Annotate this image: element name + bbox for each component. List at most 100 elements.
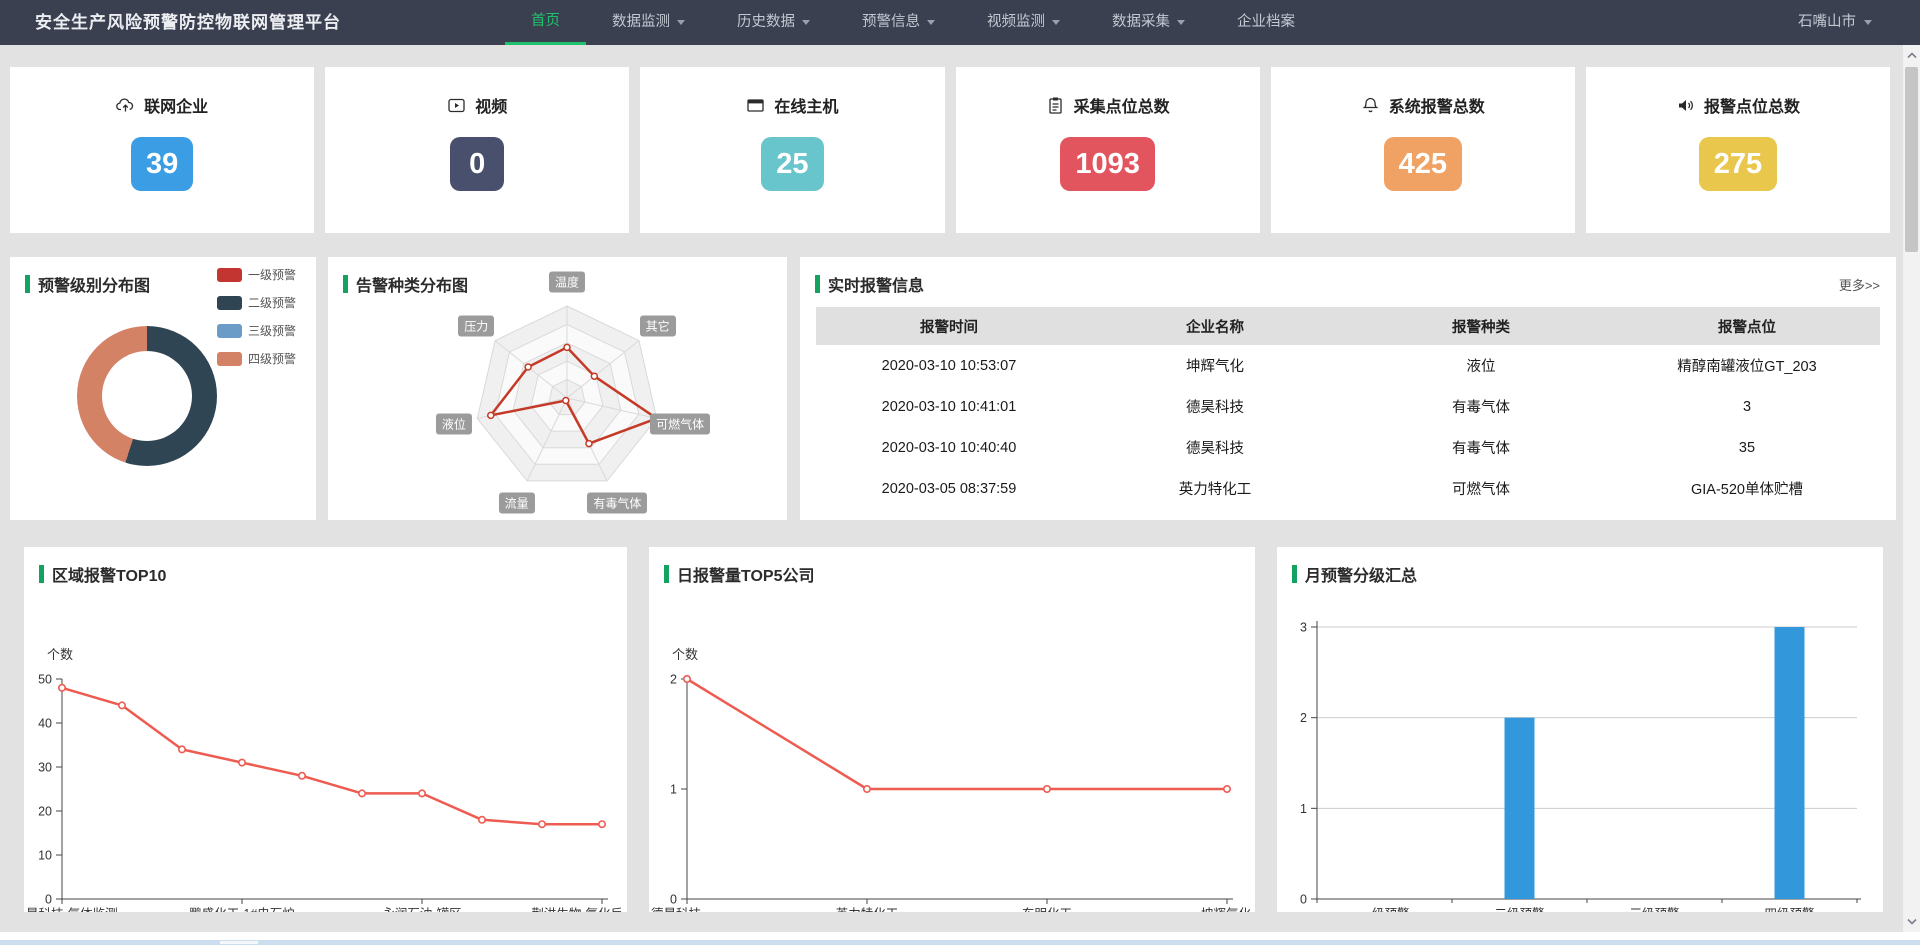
top-navbar: 安全生产风险预警防控物联网管理平台 首页数据监测历史数据预警信息视频监测数据采集… bbox=[0, 0, 1920, 45]
table-row[interactable]: 2020-03-10 10:41:01德昊科技有毒气体3 bbox=[816, 386, 1880, 427]
nav-item-5[interactable]: 视频监测 bbox=[961, 0, 1086, 45]
stat-card-header: 报警点位总数 bbox=[1676, 93, 1800, 117]
vertical-scrollbar[interactable] bbox=[1903, 45, 1920, 932]
main-menu: 首页数据监测历史数据预警信息视频监测数据采集企业档案 bbox=[505, 0, 1321, 45]
svg-text:0: 0 bbox=[670, 893, 677, 907]
svg-text:40: 40 bbox=[38, 717, 52, 731]
legend-item-4[interactable]: 四级预警 bbox=[217, 350, 296, 367]
svg-text:鹏盛化工-1#电石炉: 鹏盛化工-1#电石炉 bbox=[189, 906, 295, 912]
radar-axis-label: 有毒气体 bbox=[587, 492, 647, 513]
nav-item-label: 首页 bbox=[531, 0, 560, 44]
svg-text:荆洪生物-氧化反: 荆洪生物-氧化反 bbox=[531, 907, 623, 912]
svg-text:英力特化工: 英力特化工 bbox=[836, 906, 899, 912]
nav-item-3[interactable]: 历史数据 bbox=[711, 0, 836, 45]
realtime-alarm-table: 报警时间企业名称报警种类报警点位 2020-03-10 10:53:07坤辉气化… bbox=[816, 307, 1880, 509]
stat-label: 在线主机 bbox=[774, 93, 838, 117]
nav-item-4[interactable]: 预警信息 bbox=[836, 0, 961, 45]
stat-card-header: 联网企业 bbox=[116, 93, 208, 117]
nav-item-1[interactable]: 首页 bbox=[505, 0, 586, 45]
more-link[interactable]: 更多>> bbox=[1839, 275, 1880, 294]
svg-text:0: 0 bbox=[1300, 893, 1307, 907]
legend-item-2[interactable]: 二级预警 bbox=[217, 294, 296, 311]
table-cell: 精醇南罐液位GT_203 bbox=[1614, 345, 1880, 386]
donut-hole bbox=[102, 351, 192, 441]
stat-card: 联网企业39 bbox=[10, 67, 314, 233]
panel-alarm-type-distribution: 告警种类分布图 温度其它可燃气体有毒气体流量液位压力 bbox=[328, 257, 787, 520]
legend-swatch bbox=[217, 352, 242, 366]
stat-label: 视频 bbox=[475, 93, 507, 117]
svg-text:0: 0 bbox=[45, 893, 52, 907]
table-cell: 有毒气体 bbox=[1348, 386, 1614, 427]
svg-text:50: 50 bbox=[38, 673, 52, 687]
radar-axis-label: 可燃气体 bbox=[650, 413, 710, 434]
chevron-down-icon bbox=[1177, 20, 1185, 25]
table-row[interactable]: 2020-03-10 10:40:40德昊科技有毒气体35 bbox=[816, 427, 1880, 468]
chevron-down-icon bbox=[1864, 20, 1872, 25]
legend-item-1[interactable]: 一级预警 bbox=[217, 266, 296, 283]
svg-text:永润石油-罐区: 永润石油-罐区 bbox=[382, 907, 461, 912]
stat-value-badge: 0 bbox=[450, 137, 504, 191]
app-title: 安全生产风险预警防控物联网管理平台 bbox=[35, 0, 341, 45]
region-selector[interactable]: 石嘴山市 bbox=[1798, 0, 1872, 45]
stat-label: 报警点位总数 bbox=[1704, 93, 1800, 117]
panel-region-alarm-top10: 区域报警TOP10 个数01020304050昊科技-气体监测鹏盛化工-1#电石… bbox=[24, 547, 627, 912]
region-top10-line-chart: 个数01020304050昊科技-气体监测鹏盛化工-1#电石炉永润石油-罐区荆洪… bbox=[24, 547, 627, 912]
nav-item-7[interactable]: 企业档案 bbox=[1211, 0, 1321, 45]
nav-item-label: 预警信息 bbox=[862, 0, 920, 45]
svg-text:10: 10 bbox=[38, 849, 52, 863]
horizontal-scrollbar[interactable] bbox=[0, 940, 1920, 945]
panel-title-text: 预警级别分布图 bbox=[38, 272, 150, 296]
svg-text:二级预警: 二级预警 bbox=[1494, 906, 1544, 912]
bell-icon bbox=[1361, 96, 1380, 115]
table-header-cell: 报警点位 bbox=[1614, 307, 1880, 345]
svg-text:2: 2 bbox=[670, 673, 677, 687]
radar-axis-label: 流量 bbox=[499, 492, 535, 513]
svg-text:德昊科技: 德昊科技 bbox=[651, 906, 702, 912]
monitor-icon bbox=[746, 96, 765, 115]
table-cell: 有毒气体 bbox=[1348, 427, 1614, 468]
svg-text:个数: 个数 bbox=[672, 647, 698, 662]
svg-text:三级预警: 三级预警 bbox=[1629, 906, 1679, 912]
daily-top5-line-chart: 个数012德昊科技英力特化工东明化工坤辉气化 bbox=[649, 547, 1255, 912]
svg-text:东明化工: 东明化工 bbox=[1022, 907, 1072, 912]
table-cell: 德昊科技 bbox=[1082, 427, 1348, 468]
table-cell: 2020-03-05 08:37:59 bbox=[816, 468, 1082, 509]
alarm-type-radar-chart bbox=[328, 257, 787, 520]
horizontal-scrollbar-thumb[interactable] bbox=[220, 941, 258, 944]
legend-item-3[interactable]: 三级预警 bbox=[217, 322, 296, 339]
table-cell: 英力特化工 bbox=[1082, 468, 1348, 509]
stat-value-badge: 425 bbox=[1384, 137, 1462, 191]
table-cell: 德昊科技 bbox=[1082, 386, 1348, 427]
stat-value-badge: 1093 bbox=[1060, 137, 1155, 191]
svg-text:四级预警: 四级预警 bbox=[1764, 906, 1814, 912]
radar-axis-label: 其它 bbox=[640, 315, 676, 336]
video-play-icon bbox=[447, 96, 466, 115]
title-accent-bar bbox=[25, 275, 30, 293]
legend-label: 三级预警 bbox=[248, 322, 296, 339]
region-label: 石嘴山市 bbox=[1798, 0, 1856, 45]
vertical-scrollbar-thumb[interactable] bbox=[1905, 67, 1918, 252]
nav-item-6[interactable]: 数据采集 bbox=[1086, 0, 1211, 45]
table-header-cell: 报警时间 bbox=[816, 307, 1082, 345]
legend-swatch bbox=[217, 268, 242, 282]
stat-card: 采集点位总数1093 bbox=[956, 67, 1260, 233]
nav-item-2[interactable]: 数据监测 bbox=[586, 0, 711, 45]
panel-warning-level-distribution: 预警级别分布图 一级预警二级预警三级预警四级预警 bbox=[10, 257, 316, 520]
stat-card-header: 系统报警总数 bbox=[1361, 93, 1485, 117]
scroll-down-icon[interactable] bbox=[1903, 913, 1920, 930]
table-header-cell: 报警种类 bbox=[1348, 307, 1614, 345]
svg-text:30: 30 bbox=[38, 761, 52, 775]
svg-text:2: 2 bbox=[1300, 711, 1307, 725]
table-cell: 液位 bbox=[1348, 345, 1614, 386]
svg-text:20: 20 bbox=[38, 805, 52, 819]
svg-text:3: 3 bbox=[1300, 621, 1307, 635]
table-row[interactable]: 2020-03-10 10:53:07坤辉气化液位精醇南罐液位GT_203 bbox=[816, 345, 1880, 386]
chevron-down-icon bbox=[677, 20, 685, 25]
table-cell: 可燃气体 bbox=[1348, 468, 1614, 509]
stat-card: 在线主机25 bbox=[640, 67, 944, 233]
panel-title-text: 实时报警信息 bbox=[828, 272, 924, 296]
legend-label: 一级预警 bbox=[248, 266, 296, 283]
chevron-down-icon bbox=[802, 20, 810, 25]
table-row[interactable]: 2020-03-05 08:37:59英力特化工可燃气体GIA-520单体贮槽 bbox=[816, 468, 1880, 509]
scroll-up-icon[interactable] bbox=[1903, 47, 1920, 64]
